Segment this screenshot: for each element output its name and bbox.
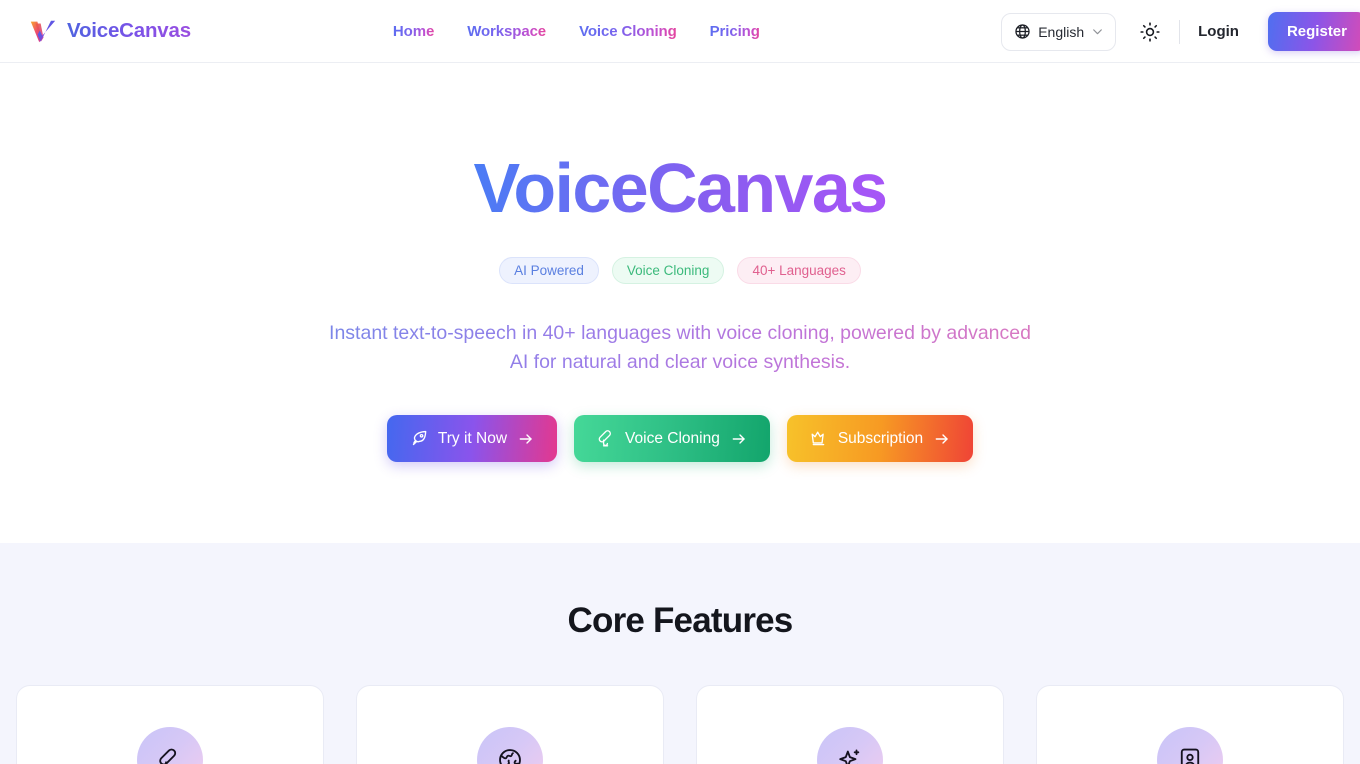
sun-icon bbox=[1140, 21, 1160, 42]
feature-icon-badge bbox=[817, 727, 883, 764]
globe-icon bbox=[1015, 24, 1030, 39]
feature-icon-badge bbox=[477, 727, 543, 764]
feature-card-voice-cloning[interactable] bbox=[16, 685, 324, 764]
microphone-icon bbox=[598, 430, 612, 447]
page-title: VoiceCanvas bbox=[473, 149, 889, 227]
feature-card-ai-quality[interactable] bbox=[696, 685, 1004, 764]
core-features-section: Core Features bbox=[0, 543, 1360, 764]
chevron-down-icon bbox=[1093, 29, 1103, 35]
nav-item-workspace[interactable]: Workspace bbox=[467, 23, 546, 40]
rocket-icon bbox=[412, 431, 427, 446]
feature-card-personal-voice[interactable] bbox=[1036, 685, 1344, 764]
feature-icon-badge bbox=[137, 727, 203, 764]
feature-icon-badge bbox=[1157, 727, 1223, 764]
hero-section: VoiceCanvas AI Powered Voice Cloning 40+… bbox=[0, 63, 1360, 543]
brand-name: VoiceCanvas bbox=[67, 19, 191, 42]
id-card-user-icon bbox=[1180, 748, 1200, 764]
nav-item-pricing[interactable]: Pricing bbox=[710, 23, 760, 40]
core-features-title: Core Features bbox=[567, 601, 794, 640]
badge-voice-cloning: Voice Cloning bbox=[611, 257, 725, 285]
nav-item-home[interactable]: Home bbox=[393, 23, 434, 40]
language-selector[interactable]: English bbox=[1001, 12, 1117, 51]
site-header: VoiceCanvas Home Workspace Voice Cloning… bbox=[0, 0, 1360, 63]
arrow-right-icon bbox=[935, 433, 948, 444]
primary-nav: Home Workspace Voice Cloning Pricing bbox=[393, 23, 760, 40]
feature-card-grid bbox=[0, 685, 1360, 764]
subscription-label: Subscription bbox=[837, 429, 924, 447]
login-link[interactable]: Login bbox=[1194, 17, 1243, 46]
voice-cloning-button[interactable]: Voice Cloning bbox=[574, 415, 770, 463]
brand-logo-link[interactable]: VoiceCanvas bbox=[28, 16, 191, 46]
theme-toggle-button[interactable] bbox=[1133, 15, 1167, 49]
hero-subtitle: Instant text-to-speech in 40+ languages … bbox=[324, 319, 1036, 376]
nav-item-voice-cloning[interactable]: Voice Cloning bbox=[579, 23, 677, 40]
subscription-button[interactable]: Subscription bbox=[786, 415, 974, 463]
header-divider bbox=[1179, 19, 1181, 44]
arrow-right-icon bbox=[519, 433, 532, 444]
hero-badges: AI Powered Voice Cloning 40+ Languages bbox=[499, 257, 861, 285]
try-it-now-button[interactable]: Try it Now bbox=[386, 415, 558, 463]
feature-card-languages[interactable] bbox=[356, 685, 664, 764]
try-it-now-label: Try it Now bbox=[437, 429, 508, 447]
badge-languages: 40+ Languages bbox=[737, 257, 861, 285]
microphone-icon bbox=[159, 748, 177, 764]
badge-ai-powered: AI Powered bbox=[499, 257, 599, 285]
header-actions: English Login Register bbox=[1001, 0, 1360, 63]
language-label: English bbox=[1038, 23, 1085, 40]
crown-icon bbox=[811, 431, 825, 446]
globe-icon bbox=[499, 749, 521, 764]
hero-cta-group: Try it Now Voice Cloning Subscription bbox=[386, 415, 974, 463]
register-button[interactable]: Register bbox=[1267, 12, 1360, 51]
sparkles-icon bbox=[839, 749, 860, 764]
voicecanvas-v-logo-icon bbox=[30, 20, 56, 43]
voice-cloning-label: Voice Cloning bbox=[625, 429, 720, 447]
arrow-right-icon bbox=[732, 433, 745, 444]
